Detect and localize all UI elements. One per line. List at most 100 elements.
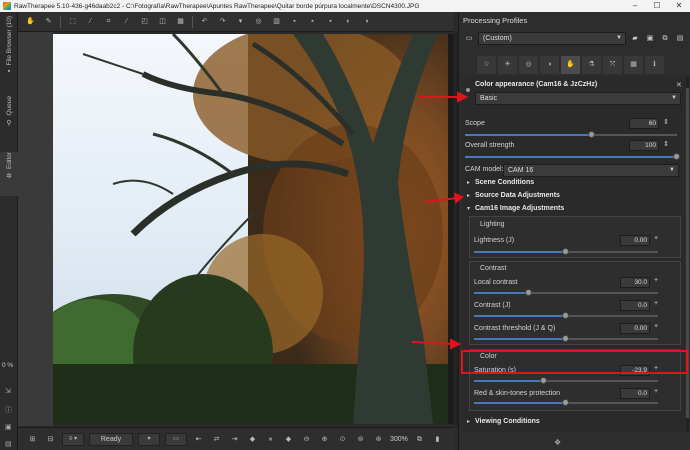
navigator-icon[interactable]: ⊞ (26, 433, 39, 446)
tab-advanced[interactable]: ⚗ (582, 56, 601, 74)
save-profile-icon[interactable]: ▣ (644, 33, 656, 45)
expand-triangle-icon[interactable]: ▸ (467, 192, 470, 199)
tab-color[interactable]: ◑ (540, 56, 559, 74)
preview-mode-icon[interactable]: ▦ (174, 15, 187, 28)
minimize-button[interactable]: – (624, 0, 646, 12)
tab-detail[interactable]: ◎ (519, 56, 538, 74)
blue-channel-icon[interactable]: ▪ (324, 15, 337, 28)
title-bar: RawTherapee 5.10-436-g46daab2c2 - C:\Fot… (0, 0, 690, 12)
zoom-out-icon[interactable]: ⊖ (300, 433, 313, 446)
wb-picker-icon[interactable]: ✎ (42, 15, 55, 28)
expand-triangle-icon[interactable]: ▸ (467, 418, 470, 425)
tab-queue[interactable]: Queue ⚲ (0, 96, 18, 140)
tab-editor[interactable]: Editor ✲ (0, 152, 18, 196)
red-skin-slider[interactable] (474, 399, 658, 406)
open-folder-icon[interactable]: ▰ (629, 33, 641, 45)
tab-metadata[interactable]: ℹ (645, 56, 664, 74)
info-icon[interactable]: ⓘ (5, 405, 12, 415)
profile-icon[interactable]: ⊟ (44, 433, 57, 446)
cam-model-select[interactable]: CAM 16 ▼ (503, 164, 679, 177)
overall-strength-value[interactable]: 100 (629, 140, 659, 151)
local-contrast-value[interactable]: 30.0 (620, 277, 650, 288)
lightness-slider[interactable] (474, 248, 658, 255)
contrast-header: Contrast (480, 265, 507, 272)
close-module-icon[interactable]: ✕ (676, 81, 682, 89)
local-contrast-slider[interactable] (474, 289, 658, 296)
image-preview[interactable] (53, 34, 454, 424)
tab-transform[interactable]: ⤧ (603, 56, 622, 74)
scope-stepper[interactable]: ⇕ (663, 118, 669, 126)
expand-triangle-icon[interactable]: ▸ (467, 179, 470, 186)
rank-icon[interactable]: ◆ (282, 433, 295, 446)
contrast-j-stepper[interactable]: + (654, 300, 658, 307)
tab-exposure[interactable]: ☀ (498, 56, 517, 74)
zoom-fit-icon-2[interactable]: ⊛ (372, 433, 385, 446)
detail-icon[interactable]: ◑ (360, 15, 373, 28)
straighten-tool-icon[interactable]: ∕ (120, 15, 133, 28)
source-data-header[interactable]: Source Data Adjustments (475, 192, 560, 199)
fullscreen-icon[interactable]: ▤ (5, 440, 12, 448)
viewing-conditions-header[interactable]: Viewing Conditions (475, 418, 540, 425)
tab-file-browser[interactable]: File Browser (10) ▪ (0, 16, 18, 78)
lightness-value[interactable]: 0.00 (620, 235, 650, 246)
profile-select[interactable]: (Custom) ▼ (478, 32, 626, 45)
left-image-strip (18, 32, 53, 426)
close-button[interactable]: ✕ (668, 0, 690, 12)
panel-scrollbar[interactable] (686, 76, 689, 432)
luminance-icon[interactable]: ◐ (342, 15, 355, 28)
zoom-fit-icon[interactable]: ◰ (138, 15, 151, 28)
redo-icon[interactable]: ↷ (216, 15, 229, 28)
contrast-threshold-slider[interactable] (474, 335, 658, 342)
paste-profile-icon[interactable]: ▤ (674, 33, 686, 45)
saturation-slider[interactable] (474, 377, 658, 384)
collapse-triangle-icon[interactable]: ▾ (467, 205, 470, 212)
contrast-j-slider[interactable] (474, 312, 658, 319)
crop-tool-icon[interactable]: ⌗ (102, 15, 115, 28)
lightness-stepper[interactable]: + (654, 235, 658, 242)
cam16-image-header[interactable]: Cam16 Image Adjustments (475, 205, 564, 212)
hand-tool-icon[interactable]: ✋ (24, 15, 37, 28)
dropdown-icon[interactable]: ▾ (234, 15, 247, 28)
contrast-threshold-value[interactable]: 0.00 (620, 323, 650, 334)
sync-icon[interactable]: ⇄ (210, 433, 223, 446)
save-icon[interactable]: ▣ (5, 423, 12, 431)
scope-value[interactable]: 60 (629, 118, 659, 129)
zoom-100-icon[interactable]: ⊙ (336, 433, 349, 446)
module-enable-dot[interactable] (466, 88, 470, 92)
progress-combo[interactable]: ▾ (138, 432, 160, 446)
overall-strength-stepper[interactable]: ⇕ (663, 140, 669, 148)
red-channel-icon[interactable]: ▪ (288, 15, 301, 28)
next-image-icon[interactable]: ⇥ (228, 433, 241, 446)
contrast-threshold-stepper[interactable]: + (654, 323, 658, 330)
red-skin-value[interactable]: 0.0 (620, 388, 650, 399)
select-tool-icon[interactable]: ⬚ (66, 15, 79, 28)
output-combo[interactable]: ▭ (165, 432, 187, 446)
maximize-button[interactable]: ☐ (646, 0, 668, 12)
zoom-in-icon[interactable]: ⊕ (318, 433, 331, 446)
history-icon[interactable]: ⇲ (5, 387, 11, 395)
undo-icon[interactable]: ↶ (198, 15, 211, 28)
tab-raw[interactable]: ▦ (624, 56, 643, 74)
focus-mask-icon[interactable]: ◎ (252, 15, 265, 28)
diamond-icon[interactable]: ◆ (246, 433, 259, 446)
copy-profile-icon[interactable]: ⧉ (659, 33, 671, 45)
local-contrast-stepper[interactable]: + (654, 277, 658, 284)
new-detail-window-icon[interactable]: ⧉ (413, 433, 426, 446)
tab-local-adjustments[interactable]: ✋ (561, 56, 580, 74)
tab-favorites[interactable]: ☆ (477, 56, 496, 74)
rgb-channel-icon[interactable]: ▥ (270, 15, 283, 28)
scope-slider[interactable] (465, 131, 677, 138)
display-menu[interactable]: ≡ ▾ (62, 432, 84, 446)
previous-image-icon[interactable]: ⇤ (192, 433, 205, 446)
scene-conditions-header[interactable]: Scene Conditions (475, 179, 534, 186)
red-skin-stepper[interactable]: + (654, 388, 658, 395)
overall-strength-slider[interactable] (465, 153, 680, 160)
before-after-icon[interactable]: ◫ (156, 15, 169, 28)
color-picker-icon[interactable]: ⁄ (84, 15, 97, 28)
zoom-fit-crop-icon[interactable]: ⊚ (354, 433, 367, 446)
pause-icon[interactable]: ⏸ (264, 433, 277, 446)
panel-toggle-icon[interactable]: ▮ (431, 433, 444, 446)
contrast-j-value[interactable]: 0.0 (620, 300, 650, 311)
green-channel-icon[interactable]: ▪ (306, 15, 319, 28)
complexity-select[interactable]: Basic ▼ (475, 92, 681, 105)
